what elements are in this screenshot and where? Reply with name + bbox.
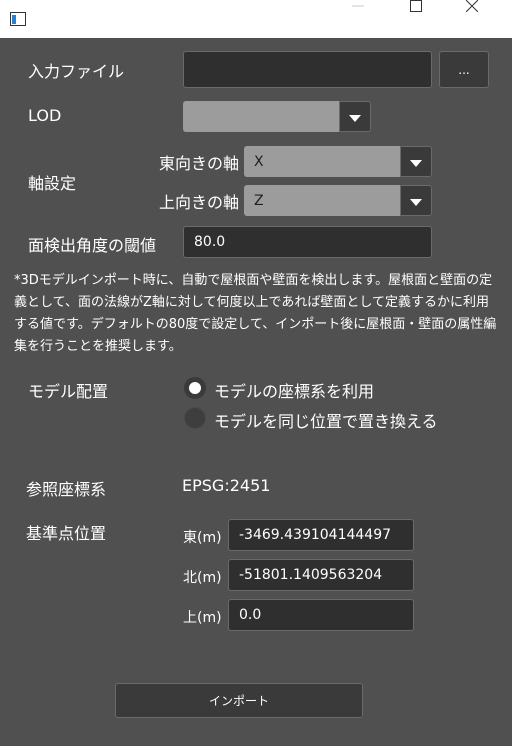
- north-m-label: 北(m): [183, 570, 222, 586]
- east-m-label: 東(m): [183, 530, 222, 546]
- up-axis-select[interactable]: Z: [244, 185, 432, 216]
- import-button[interactable]: インポート: [115, 683, 363, 718]
- crs-label: 参照座標系: [26, 480, 107, 499]
- maximize-button[interactable]: [410, 0, 456, 38]
- lod-select-value: [183, 101, 339, 132]
- minimize-button[interactable]: [352, 0, 398, 38]
- chevron-down-icon: [410, 191, 422, 210]
- up-axis-value: Z: [244, 185, 400, 216]
- threshold-help-text: *3Dモデルインポート時に、自動で屋根面や壁面を検出します。屋根面と壁面の定義と…: [14, 273, 497, 354]
- lod-select[interactable]: [183, 101, 371, 132]
- north-m-input[interactable]: [239, 567, 413, 583]
- face-threshold-field[interactable]: [183, 226, 432, 258]
- lod-dropdown-button[interactable]: [339, 101, 371, 132]
- placement-radio-replace-same-position[interactable]: [184, 407, 206, 429]
- browse-button[interactable]: ...: [439, 51, 489, 88]
- title-bar: [0, 0, 512, 38]
- placement-option-label: モデルの座標系を利用: [214, 382, 375, 401]
- app-window-icon: [10, 11, 26, 26]
- chevron-down-icon: [410, 152, 422, 171]
- reference-point-label: 基準点位置: [26, 524, 107, 543]
- close-button[interactable]: [466, 0, 512, 38]
- east-axis-label: 東向きの軸: [159, 154, 240, 173]
- east-axis-dropdown-button[interactable]: [400, 146, 432, 177]
- north-m-field[interactable]: [228, 559, 414, 591]
- chevron-down-icon: [349, 107, 361, 126]
- placement-radio-use-model-crs[interactable]: [184, 377, 206, 399]
- up-axis-dropdown-button[interactable]: [400, 185, 432, 216]
- east-m-input[interactable]: [239, 527, 413, 543]
- input-file-input[interactable]: [194, 61, 431, 78]
- up-axis-label: 上向きの軸: [159, 193, 240, 212]
- input-file-field[interactable]: [183, 51, 432, 88]
- face-threshold-input[interactable]: [194, 234, 431, 250]
- east-m-field[interactable]: [228, 519, 414, 551]
- east-axis-select[interactable]: X: [244, 146, 432, 177]
- crs-value: EPSG:2451: [182, 476, 271, 495]
- up-m-input[interactable]: [239, 607, 413, 623]
- up-m-field[interactable]: [228, 599, 414, 631]
- axis-settings-label: 軸設定: [28, 174, 77, 193]
- placement-label: モデル配置: [28, 382, 109, 401]
- face-threshold-label: 面検出角度の閾値: [28, 236, 157, 255]
- up-m-label: 上(m): [183, 610, 222, 626]
- placement-option-label: モデルを同じ位置で置き換える: [214, 412, 438, 431]
- east-axis-value: X: [244, 146, 400, 177]
- lod-label: LOD: [28, 106, 62, 125]
- input-file-label: 入力ファイル: [28, 62, 125, 81]
